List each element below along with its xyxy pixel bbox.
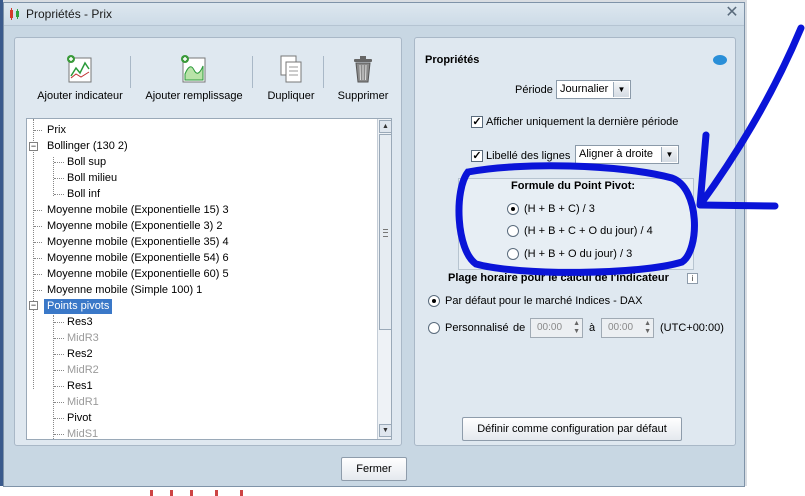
annotation-arrow xyxy=(696,24,805,210)
annotation-ellipse xyxy=(455,162,698,276)
annotation-overlay xyxy=(455,24,805,276)
